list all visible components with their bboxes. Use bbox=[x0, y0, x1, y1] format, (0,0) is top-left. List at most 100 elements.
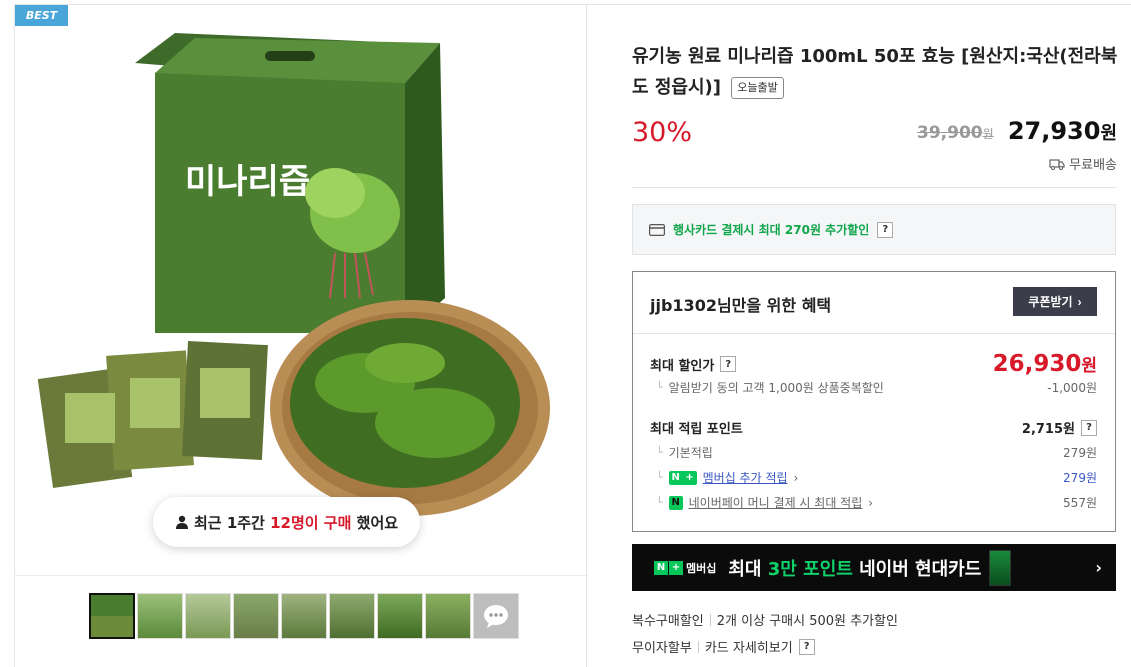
banner-post: 네이버 현대카드 bbox=[859, 558, 982, 580]
alarm-value: -1,000원 bbox=[1047, 381, 1097, 395]
max-price-help-button[interactable]: ? bbox=[720, 356, 737, 372]
points-help-button[interactable]: ? bbox=[1081, 419, 1097, 436]
points-value-wrap: 2,715원 ? bbox=[1022, 418, 1097, 437]
naver-plus-icon: N + bbox=[668, 470, 697, 485]
card-promo-text: 행사카드 결제시 최대 270원 추가할인 bbox=[673, 223, 870, 237]
tree-branch-icon: └ bbox=[656, 381, 663, 394]
card-promo-box: 행사카드 결제시 최대 270원 추가할인 ? bbox=[632, 204, 1116, 255]
recent-prefix: 최근 1주간 bbox=[194, 513, 265, 532]
shipping-info: 무료배송 bbox=[1049, 154, 1117, 173]
chevron-right-icon: › bbox=[1077, 294, 1082, 309]
product-image-panel: BEST 미나리즙 최근 1주간 12명이 구매 했어요 bbox=[14, 4, 588, 667]
basic-label-wrap: └ 기본적립 bbox=[650, 444, 713, 461]
product-info-panel: 유기농 원료 미나리즙 100mL 50포 효능 [원산지:국산(전라북도 정읍… bbox=[587, 4, 1131, 667]
max-price: 26,930원 bbox=[993, 351, 1097, 377]
alarm-row: └ 알림받기 동의 고객 1,000원 상품중복할인 -1,000원 bbox=[650, 379, 1097, 396]
recent-purchase-pill: 최근 1주간 12명이 구매 했어요 bbox=[153, 497, 421, 547]
max-price-label-wrap: 최대 할인가 ? bbox=[650, 355, 737, 374]
thumbnail-2[interactable] bbox=[137, 593, 183, 639]
max-price-label: 최대 할인가 bbox=[650, 358, 715, 374]
discount-rate: 30% bbox=[632, 117, 693, 148]
membership-label-wrap: └ N + 멤버십 추가 적립 › bbox=[650, 469, 798, 486]
card-promo-help-button[interactable]: ? bbox=[877, 221, 894, 238]
final-price: 27,930원 bbox=[1008, 117, 1117, 145]
credit-card-icon bbox=[649, 223, 665, 236]
original-price: 39,900원 bbox=[917, 123, 994, 143]
multi-buy-row: 복수구매할인 2개 이상 구매시 500원 추가할인 bbox=[632, 610, 898, 629]
max-price-unit: 원 bbox=[1081, 356, 1097, 376]
alarm-label-wrap: └ 알림받기 동의 고객 1,000원 상품중복할인 bbox=[650, 379, 884, 396]
divider bbox=[697, 640, 699, 653]
today-ship-badge: 오늘출발 bbox=[731, 77, 784, 99]
tree-branch-icon: └ bbox=[656, 471, 663, 484]
max-price-row: 최대 할인가 ? 26,930원 bbox=[650, 351, 1097, 377]
product-title-text: 유기농 원료 미나리즙 100mL 50포 효능 [원산지:국산(전라북도 정읍… bbox=[632, 46, 1118, 98]
final-price-value: 27,930 bbox=[1007, 117, 1101, 145]
thumbnail-6[interactable] bbox=[329, 593, 375, 639]
installment-label: 무이자할부 bbox=[632, 641, 692, 656]
get-coupon-label: 쿠폰받기 bbox=[1028, 295, 1073, 309]
final-price-unit: 원 bbox=[1100, 123, 1117, 144]
membership-points-link[interactable]: 멤버십 추가 적립 bbox=[703, 469, 788, 486]
price-divider bbox=[632, 187, 1116, 188]
basic-points-row: └ 기본적립 279원 bbox=[650, 444, 1097, 461]
recent-suffix: 했어요 bbox=[356, 513, 399, 532]
chat-more-icon bbox=[484, 605, 508, 628]
npay-points-row: └ N 네이버페이 머니 결제 시 최대 적립 › 557원 bbox=[650, 494, 1097, 511]
naver-pay-icon: N bbox=[668, 495, 683, 510]
credit-card-image bbox=[989, 549, 1012, 586]
npay-label-wrap: └ N 네이버페이 머니 결제 시 최대 적립 › bbox=[650, 494, 873, 511]
tree-branch-icon: └ bbox=[656, 496, 663, 509]
image-divider bbox=[15, 575, 588, 576]
points-row: 최대 적립 포인트 2,715원 ? bbox=[650, 418, 1097, 437]
max-price-value: 26,930 bbox=[992, 351, 1082, 377]
divider bbox=[709, 613, 711, 626]
membership-badge: N + 멤버십 bbox=[654, 559, 716, 577]
plus-icon: + bbox=[669, 560, 683, 575]
benefit-title: jjb1302님만을 위한 혜택 bbox=[650, 296, 832, 315]
card-details-link[interactable]: 카드 자세히보기 bbox=[705, 637, 793, 656]
membership-points-value: 279원 bbox=[1063, 471, 1097, 485]
basic-points-label: 기본적립 bbox=[668, 446, 713, 460]
chevron-right-icon: › bbox=[1095, 558, 1102, 577]
product-main-image[interactable]: 미나리즙 bbox=[35, 23, 555, 533]
benefit-box: jjb1302님만을 위한 혜택 쿠폰받기 › 최대 할인가 ? 26,930원… bbox=[632, 271, 1116, 532]
thumbnail-more[interactable] bbox=[473, 593, 519, 639]
tree-branch-icon: └ bbox=[656, 446, 663, 459]
thumbnail-7[interactable] bbox=[377, 593, 423, 639]
banner-pre: 최대 bbox=[728, 558, 762, 580]
naver-card-banner[interactable]: N + 멤버십 최대 3만 포인트 네이버 현대카드 › bbox=[632, 544, 1116, 591]
naver-n-icon: N bbox=[654, 560, 668, 575]
thumbnail-strip bbox=[89, 593, 519, 639]
truck-icon bbox=[1049, 158, 1065, 170]
chevron-right-icon: › bbox=[868, 495, 874, 510]
recent-highlight: 12명이 구매 bbox=[270, 513, 352, 532]
person-icon bbox=[176, 515, 188, 529]
original-price-unit: 원 bbox=[982, 127, 994, 141]
thumbnail-8[interactable] bbox=[425, 593, 471, 639]
box-label: 미나리즙 bbox=[185, 162, 310, 202]
product-title: 유기농 원료 미나리즙 100mL 50포 효능 [원산지:국산(전라북도 정읍… bbox=[632, 41, 1122, 103]
thumbnail-5[interactable] bbox=[281, 593, 327, 639]
benefit-header: jjb1302님만을 위한 혜택 쿠폰받기 › bbox=[633, 272, 1115, 334]
thumbnail-4[interactable] bbox=[233, 593, 279, 639]
points-value: 2,715원 bbox=[1021, 422, 1075, 437]
points-label: 최대 적립 포인트 bbox=[650, 422, 743, 437]
chevron-right-icon: › bbox=[793, 470, 799, 485]
thumbnail-3[interactable] bbox=[185, 593, 231, 639]
installment-help-button[interactable]: ? bbox=[798, 638, 815, 655]
multi-buy-label: 복수구매할인 bbox=[632, 614, 704, 629]
get-coupon-button[interactable]: 쿠폰받기 › bbox=[1013, 287, 1097, 316]
basic-points-value: 279원 bbox=[1063, 446, 1097, 460]
thumbnail-1[interactable] bbox=[89, 593, 135, 639]
alarm-label: 알림받기 동의 고객 1,000원 상품중복할인 bbox=[668, 381, 884, 395]
original-price-value: 39,900 bbox=[917, 123, 983, 143]
installment-row: 무이자할부 카드 자세히보기 ? bbox=[632, 637, 815, 656]
banner-highlight: 3만 포인트 bbox=[767, 558, 853, 580]
multi-buy-value: 2개 이상 구매시 500원 추가할인 bbox=[716, 614, 898, 629]
npay-points-value: 557원 bbox=[1063, 496, 1097, 510]
membership-badge-label: 멤버십 bbox=[686, 561, 717, 575]
npay-points-link[interactable]: 네이버페이 머니 결제 시 최대 적립 bbox=[689, 494, 863, 511]
shipping-text: 무료배송 bbox=[1069, 158, 1117, 173]
membership-points-row: └ N + 멤버십 추가 적립 › 279원 bbox=[650, 469, 1097, 486]
